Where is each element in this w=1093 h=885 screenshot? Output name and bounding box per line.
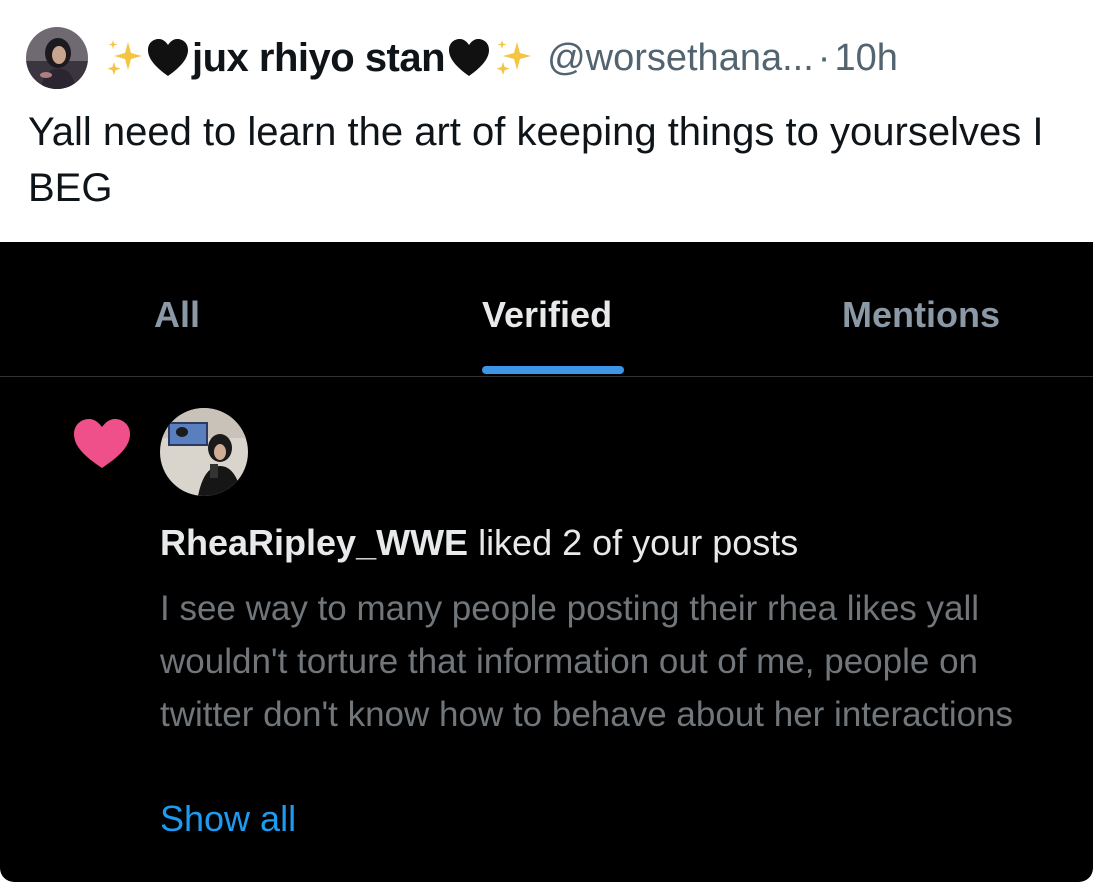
heart-icon <box>72 418 132 470</box>
notification-tabs: All Verified Mentions <box>0 242 1093 377</box>
tab-all[interactable]: All <box>154 294 200 336</box>
tweet-text: Yall need to learn the art of keeping th… <box>28 110 1044 210</box>
author-display-name[interactable]: jux rhiyo stan <box>102 36 535 81</box>
active-tab-indicator <box>482 366 624 374</box>
author-avatar[interactable] <box>26 27 88 89</box>
embedded-screenshot[interactable]: All Verified Mentions RheaRipley_WWE lik… <box>0 242 1093 882</box>
separator-dot: · <box>817 36 831 79</box>
black-heart-icon <box>146 36 190 80</box>
tweet-header: jux rhiyo stan @worsethana... · 10h <box>26 27 898 89</box>
display-name-text: jux rhiyo stan <box>192 35 446 80</box>
tweet-timestamp[interactable]: 10h <box>834 37 897 80</box>
show-all-link[interactable]: Show all <box>160 798 296 840</box>
liker-username[interactable]: RheaRipley_WWE <box>160 522 468 563</box>
liker-avatar[interactable] <box>160 408 248 496</box>
tab-mentions[interactable]: Mentions <box>842 294 1000 336</box>
sparkles-icon <box>102 36 146 80</box>
sparkles-icon <box>491 36 535 80</box>
tab-verified[interactable]: Verified <box>482 294 612 336</box>
notification-action: liked 2 of your posts <box>468 522 799 563</box>
liked-post-preview: I see way to many people posting their r… <box>160 589 1014 734</box>
black-heart-icon <box>447 36 491 80</box>
author-handle[interactable]: @worsethana... <box>547 37 814 80</box>
notification-title: RheaRipley_WWE liked 2 of your posts <box>160 522 798 564</box>
